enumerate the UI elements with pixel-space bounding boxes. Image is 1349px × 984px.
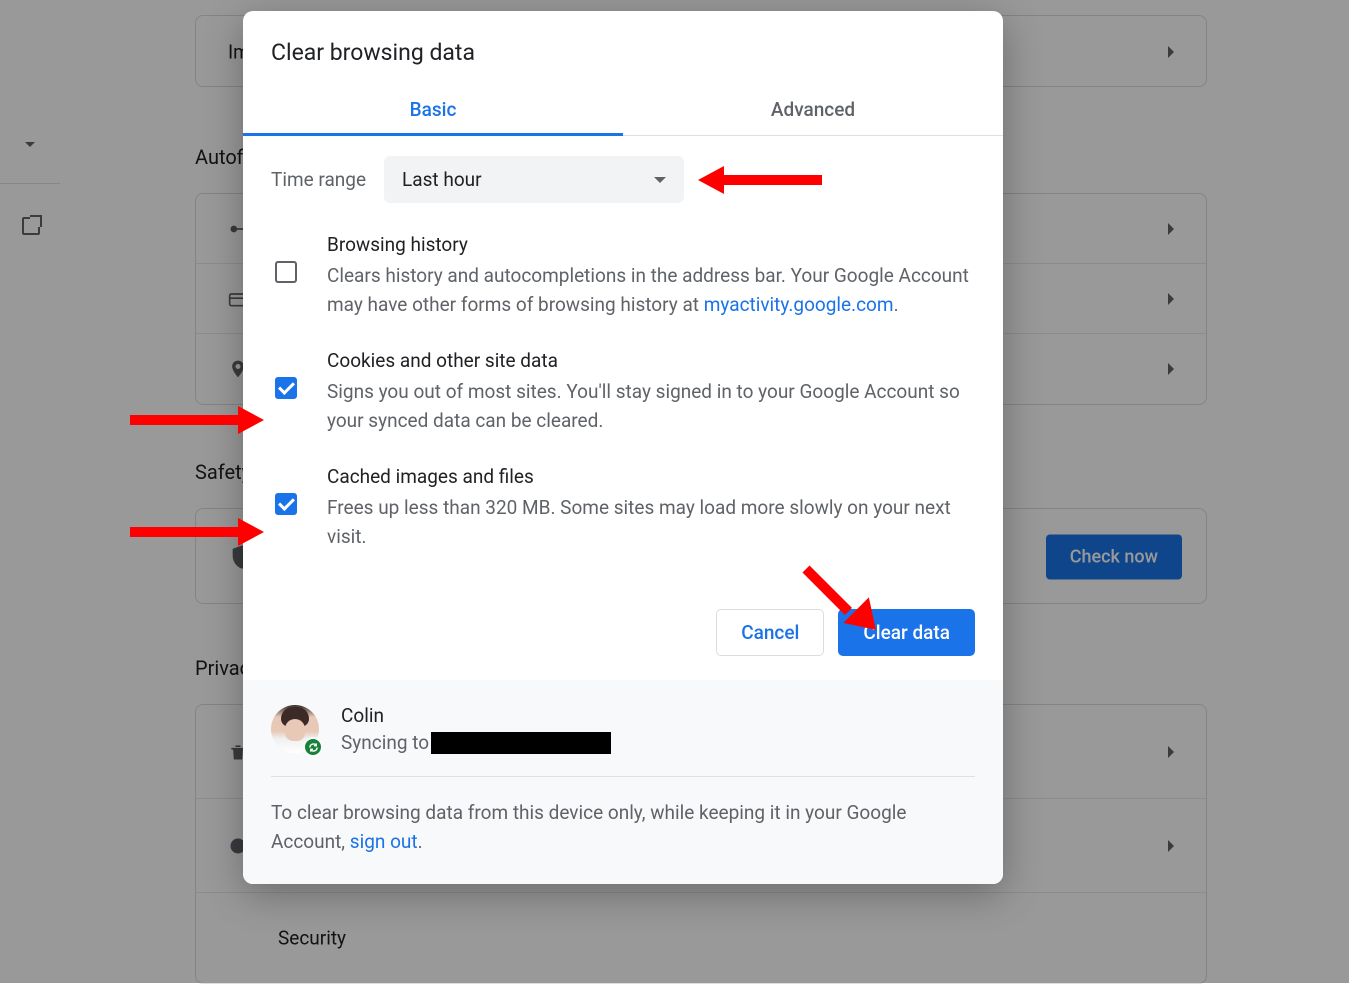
time-range-row: Time range Last hour [271, 156, 975, 203]
sign-out-link[interactable]: sign out [350, 830, 418, 853]
option-cached: Cached images and files Frees up less th… [271, 465, 975, 551]
account-name: Colin [341, 704, 975, 727]
option-description: Clears history and autocompletions in th… [327, 262, 975, 319]
option-description: Signs you out of most sites. You'll stay… [327, 378, 975, 435]
time-range-label: Time range [271, 168, 366, 191]
option-cookies: Cookies and other site data Signs you ou… [271, 349, 975, 435]
dialog-title: Clear browsing data [243, 11, 1003, 84]
option-title: Browsing history [327, 233, 975, 256]
tab-basic[interactable]: Basic [243, 84, 623, 135]
time-range-select[interactable]: Last hour [384, 156, 684, 203]
redacted-email [431, 732, 611, 754]
dialog-body: Time range Last hour Browsing history Cl… [243, 136, 1003, 589]
clear-data-button[interactable]: Clear data [838, 609, 975, 656]
tab-advanced[interactable]: Advanced [623, 84, 1003, 135]
dialog-actions: Cancel Clear data [243, 589, 1003, 680]
clear-browsing-data-dialog: Clear browsing data Basic Advanced Time … [243, 11, 1003, 884]
checkbox-cached[interactable] [275, 493, 297, 515]
dialog-tabs: Basic Advanced [243, 84, 1003, 136]
option-title: Cookies and other site data [327, 349, 975, 372]
sync-status: Syncing to [341, 731, 975, 754]
avatar [271, 705, 319, 753]
sync-footnote: To clear browsing data from this device … [271, 799, 975, 856]
sync-icon [303, 737, 323, 757]
cancel-button[interactable]: Cancel [716, 609, 824, 656]
myactivity-link[interactable]: myactivity.google.com [704, 293, 894, 316]
sync-account-row: Colin Syncing to [271, 704, 975, 777]
option-description: Frees up less than 320 MB. Some sites ma… [327, 494, 975, 551]
checkbox-cookies[interactable] [275, 377, 297, 399]
option-title: Cached images and files [327, 465, 975, 488]
option-browsing-history: Browsing history Clears history and auto… [271, 233, 975, 319]
dialog-footer: Colin Syncing to To clear browsing data … [243, 680, 1003, 884]
caret-down-icon [654, 177, 666, 183]
checkbox-browsing-history[interactable] [275, 261, 297, 283]
time-range-value: Last hour [402, 168, 482, 191]
